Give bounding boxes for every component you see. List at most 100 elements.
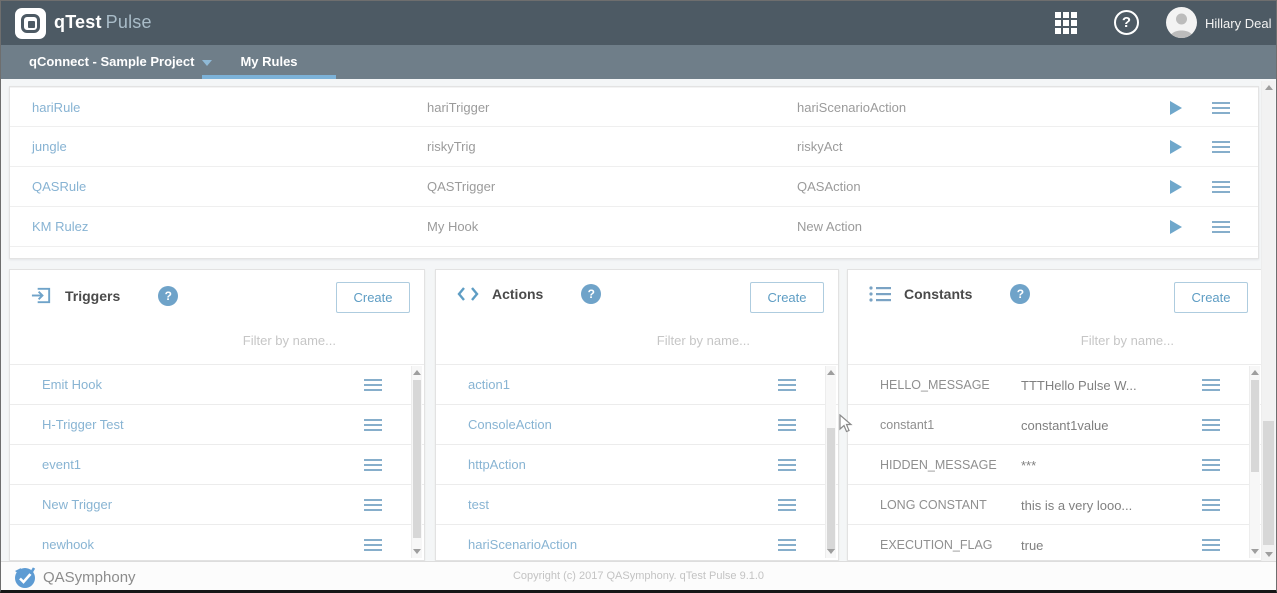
rule-action-label: hariScenarioAction bbox=[797, 100, 906, 115]
action-link[interactable]: action1 bbox=[468, 377, 510, 392]
user-name-label[interactable]: Hillary Deal bbox=[1205, 16, 1271, 31]
scroll-down-icon[interactable] bbox=[1265, 552, 1273, 557]
list-icon bbox=[868, 284, 892, 304]
help-icon[interactable]: ? bbox=[1114, 10, 1139, 35]
run-rule-icon[interactable] bbox=[1170, 140, 1182, 154]
action-menu-icon[interactable] bbox=[778, 539, 796, 554]
brand-pulse: Pulse bbox=[106, 12, 152, 32]
triggers-help-icon[interactable]: ? bbox=[158, 286, 178, 306]
rule-trigger-label: hariTrigger bbox=[427, 100, 489, 115]
scroll-up-icon[interactable] bbox=[413, 370, 421, 375]
scrollbar-thumb[interactable] bbox=[1251, 380, 1259, 472]
create-constant-button[interactable]: Create bbox=[1174, 282, 1248, 313]
constant-menu-icon[interactable] bbox=[1202, 539, 1220, 554]
project-selector[interactable]: qConnect - Sample Project bbox=[29, 54, 212, 69]
actions-filter-input[interactable] bbox=[530, 328, 750, 352]
rule-action-label: QASAction bbox=[797, 179, 861, 194]
list-item: httpAction bbox=[436, 445, 838, 485]
rule-menu-icon[interactable] bbox=[1212, 141, 1230, 156]
scrollbar-thumb[interactable] bbox=[827, 428, 835, 550]
constants-scrollbar[interactable] bbox=[1249, 366, 1260, 558]
actions-list: action1 ConsoleAction httpAction test ha… bbox=[436, 364, 838, 560]
scroll-up-icon[interactable] bbox=[827, 370, 835, 375]
triggers-panel-header: Triggers ? bbox=[30, 284, 178, 307]
constants-help-icon[interactable]: ? bbox=[1010, 284, 1030, 304]
constants-filter-input[interactable] bbox=[954, 328, 1174, 352]
rule-trigger-label: riskyTrig bbox=[427, 139, 476, 154]
constant-menu-icon[interactable] bbox=[1202, 379, 1220, 394]
window-scrollbar[interactable] bbox=[1261, 81, 1275, 561]
list-item: action1 bbox=[436, 365, 838, 405]
trigger-menu-icon[interactable] bbox=[364, 539, 382, 554]
rule-trigger-label: My Hook bbox=[427, 219, 478, 234]
rule-name-link[interactable]: QASRule bbox=[32, 179, 86, 194]
constant-menu-icon[interactable] bbox=[1202, 499, 1220, 514]
list-item: EXECUTION_FLAG true bbox=[848, 525, 1262, 560]
action-link[interactable]: httpAction bbox=[468, 457, 526, 472]
trigger-link[interactable]: newhook bbox=[42, 537, 94, 552]
triggers-panel: Triggers ? Create Emit Hook H-Trigger Te… bbox=[9, 269, 425, 561]
constant-menu-icon[interactable] bbox=[1202, 419, 1220, 434]
constants-panel: Constants ? Create HELLO_MESSAGE TTTHell… bbox=[847, 269, 1263, 561]
rule-name-link[interactable]: jungle bbox=[32, 139, 67, 154]
action-link[interactable]: test bbox=[468, 497, 489, 512]
rule-menu-icon[interactable] bbox=[1212, 102, 1230, 117]
run-rule-icon[interactable] bbox=[1170, 220, 1182, 234]
trigger-link[interactable]: H-Trigger Test bbox=[42, 417, 124, 432]
actions-help-icon[interactable]: ? bbox=[581, 284, 601, 304]
scroll-down-icon[interactable] bbox=[1251, 549, 1259, 554]
constants-list: HELLO_MESSAGE TTTHello Pulse W... consta… bbox=[848, 364, 1262, 560]
trigger-link[interactable]: New Trigger bbox=[42, 497, 112, 512]
table-row: KM Rulez My Hook New Action bbox=[10, 207, 1258, 247]
code-brackets-icon bbox=[456, 284, 480, 304]
scrollbar-thumb[interactable] bbox=[413, 380, 421, 538]
trigger-menu-icon[interactable] bbox=[364, 459, 382, 474]
actions-panel-header: Actions ? bbox=[456, 284, 601, 304]
scrollbar-thumb[interactable] bbox=[1263, 421, 1274, 545]
action-menu-icon[interactable] bbox=[778, 459, 796, 474]
action-menu-icon[interactable] bbox=[778, 499, 796, 514]
rule-menu-icon[interactable] bbox=[1212, 221, 1230, 236]
trigger-menu-icon[interactable] bbox=[364, 379, 382, 394]
constant-value-label: TTTHello Pulse W... bbox=[1021, 378, 1137, 393]
table-row: QASRule QASTrigger QASAction bbox=[10, 167, 1258, 207]
trigger-link[interactable]: Emit Hook bbox=[42, 377, 102, 392]
constant-name-label: EXECUTION_FLAG bbox=[880, 538, 993, 552]
tab-my-rules[interactable]: My Rules bbox=[202, 45, 336, 79]
create-trigger-button[interactable]: Create bbox=[336, 282, 410, 313]
list-item: event1 bbox=[10, 445, 424, 485]
project-nav-bar: qConnect - Sample Project My Rules bbox=[1, 45, 1276, 79]
triggers-filter-input[interactable] bbox=[116, 328, 336, 352]
action-menu-icon[interactable] bbox=[778, 379, 796, 394]
create-action-button[interactable]: Create bbox=[750, 282, 824, 313]
rule-menu-icon[interactable] bbox=[1212, 181, 1230, 196]
rule-name-link[interactable]: hariRule bbox=[32, 100, 80, 115]
action-link[interactable]: hariScenarioAction bbox=[468, 537, 577, 552]
constant-name-label: HELLO_MESSAGE bbox=[880, 378, 990, 392]
constant-menu-icon[interactable] bbox=[1202, 459, 1220, 474]
user-avatar[interactable] bbox=[1166, 7, 1197, 38]
actions-scrollbar[interactable] bbox=[825, 366, 836, 558]
app-title: qTestPulse bbox=[54, 12, 152, 33]
triggers-scrollbar[interactable] bbox=[411, 366, 422, 558]
scroll-down-icon[interactable] bbox=[827, 549, 835, 554]
list-item: LONG CONSTANT this is a very looo... bbox=[848, 485, 1262, 525]
scroll-up-icon[interactable] bbox=[1251, 370, 1259, 375]
active-tab-indicator bbox=[202, 75, 336, 79]
scroll-down-icon[interactable] bbox=[413, 549, 421, 554]
trigger-menu-icon[interactable] bbox=[364, 419, 382, 434]
apps-grid-icon[interactable] bbox=[1055, 12, 1077, 34]
rule-action-label: riskyAct bbox=[797, 139, 843, 154]
table-row: hariRule hariTrigger hariScenarioAction bbox=[10, 87, 1258, 127]
rule-name-link[interactable]: KM Rulez bbox=[32, 219, 88, 234]
scroll-up-icon[interactable] bbox=[1265, 85, 1273, 90]
trigger-menu-icon[interactable] bbox=[364, 499, 382, 514]
run-rule-icon[interactable] bbox=[1170, 101, 1182, 115]
action-menu-icon[interactable] bbox=[778, 419, 796, 434]
run-rule-icon[interactable] bbox=[1170, 180, 1182, 194]
rules-table: hariRule hariTrigger hariScenarioAction … bbox=[9, 86, 1259, 259]
action-link[interactable]: ConsoleAction bbox=[468, 417, 552, 432]
list-item: HIDDEN_MESSAGE *** bbox=[848, 445, 1262, 485]
trigger-link[interactable]: event1 bbox=[42, 457, 81, 472]
tab-my-rules-label: My Rules bbox=[202, 54, 336, 69]
